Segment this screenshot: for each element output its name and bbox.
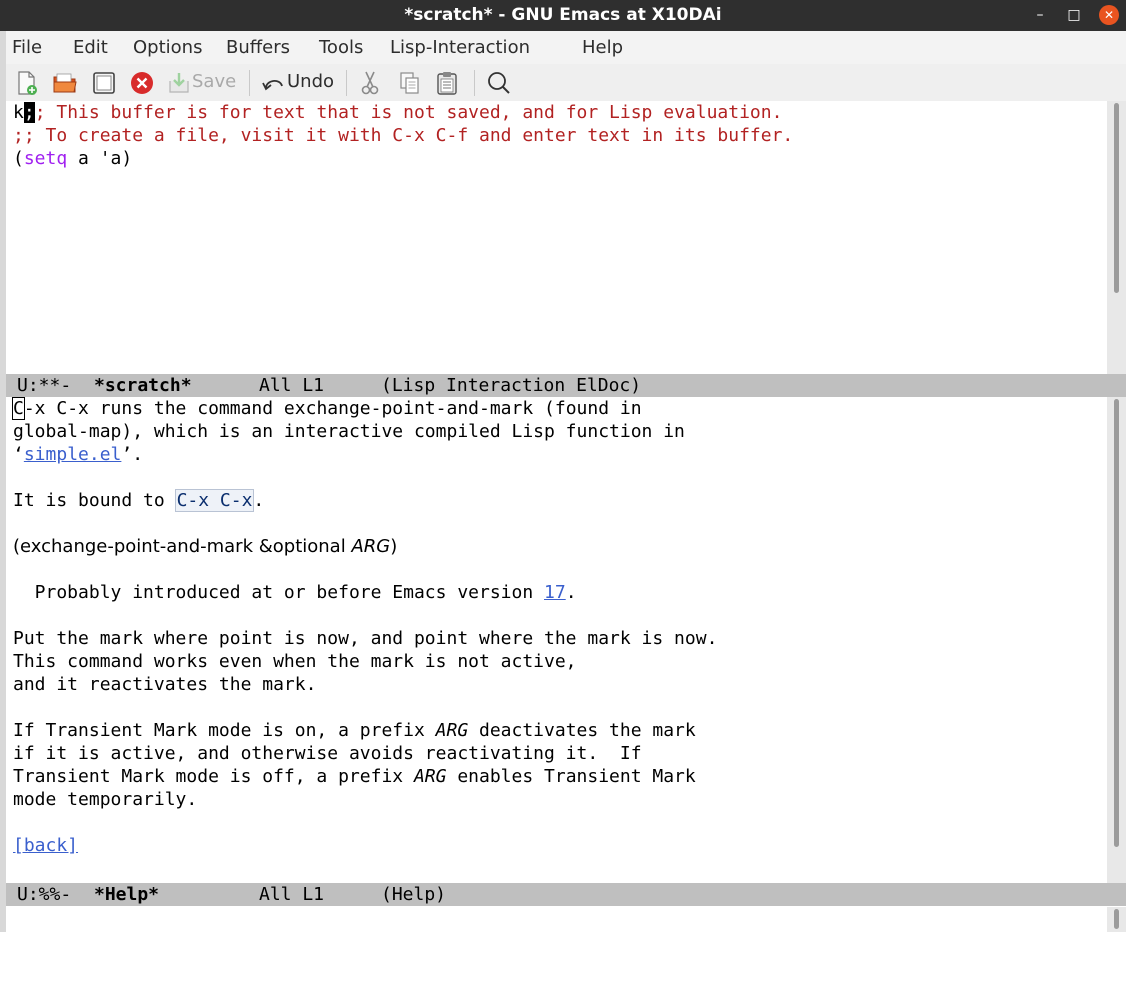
arg-text: ARG	[351, 536, 391, 557]
buffer-name[interactable]: *scratch*	[94, 374, 192, 397]
major-mode[interactable]: (Lisp Interaction ElDoc)	[381, 374, 641, 397]
period: .	[253, 490, 265, 511]
menu-file[interactable]: File	[12, 37, 42, 58]
scratch-line-3: (setq a 'a)	[6, 147, 1107, 170]
help-line: mode temporarily.	[13, 789, 198, 810]
back-link[interactable]: [back]	[13, 835, 78, 856]
keybinding-link[interactable]: C-x C-x	[174, 489, 255, 512]
open-folder-icon[interactable]	[52, 70, 78, 96]
help-text: Transient Mark mode is off, a prefix	[13, 766, 414, 787]
minibuffer-scrollbar[interactable]	[1107, 907, 1126, 932]
arg-text: ARG	[413, 766, 447, 787]
scratch-mode-line[interactable]: U:**- *scratch* All L1 (Lisp Interaction…	[6, 374, 1126, 397]
save-button-label[interactable]: Save	[192, 71, 236, 92]
simple-el-link[interactable]: simple.el	[24, 444, 122, 465]
help-cursor: C	[12, 397, 25, 420]
version-link[interactable]: 17	[544, 582, 566, 603]
tool-bar: Save Undo	[6, 64, 1126, 102]
window-title: *scratch* - GNU Emacs at X10DAi	[404, 5, 722, 25]
menu-lisp-interaction[interactable]: Lisp-Interaction	[390, 37, 530, 58]
help-mode-line[interactable]: U:%%- *Help* All L1 (Help)	[6, 883, 1126, 906]
search-icon[interactable]	[486, 70, 512, 96]
help-scroll-thumb[interactable]	[1114, 399, 1119, 847]
scratch-buffer-window[interactable]: k;; This buffer is for text that is not …	[6, 101, 1107, 375]
help-line: ‘simple.el’.	[6, 443, 1107, 466]
toolbar-separator	[346, 70, 347, 96]
help-line: if it is active, and otherwise avoids re…	[13, 743, 642, 764]
bound-to-text: It is bound to	[13, 490, 176, 511]
minibuffer-scroll-thumb[interactable]	[1114, 909, 1119, 929]
close-buffer-icon[interactable]	[129, 70, 155, 96]
quote-close: ’.	[121, 444, 144, 465]
text-cursor: ;	[23, 102, 35, 123]
major-mode[interactable]: (Help)	[381, 883, 446, 906]
toolbar-separator	[249, 70, 250, 96]
period: .	[565, 582, 577, 603]
title-bar: *scratch* - GNU Emacs at X10DAi – □ ✕	[0, 0, 1126, 31]
buffer-position: All L1	[259, 884, 325, 905]
setq-rest: a 'a)	[67, 148, 133, 169]
signature-close: )	[390, 536, 398, 557]
setq-keyword: setq	[23, 148, 68, 169]
help-text: deactivates the mark	[468, 720, 696, 741]
scratch-line-2: ;; To create a file, visit it with C-x C…	[13, 125, 794, 146]
scratch-line-1: k;; This buffer is for text that is not …	[6, 101, 1107, 124]
help-buffer-window[interactable]: C-x C-x runs the command exchange-point-…	[6, 397, 1107, 883]
save-icon[interactable]	[167, 70, 191, 96]
version-text: Probably introduced at or before Emacs v…	[13, 582, 545, 603]
quote-open: ‘	[13, 444, 24, 465]
paste-icon[interactable]	[435, 70, 459, 96]
menu-buffers[interactable]: Buffers	[226, 37, 290, 58]
signature-text: (exchange-point-and-mark &optional	[13, 536, 352, 557]
copy-icon[interactable]	[398, 70, 422, 96]
help-line: [back]	[6, 834, 1107, 857]
close-window-button[interactable]: ✕	[1099, 5, 1119, 25]
help-text: If Transient Mark mode is on, a prefix	[13, 720, 436, 741]
menu-bar: File Edit Options Buffers Tools Lisp-Int…	[6, 31, 1126, 64]
dired-icon[interactable]	[92, 70, 116, 96]
comment-text: ; This buffer is for text that is not sa…	[34, 102, 783, 123]
help-line: This command works even when the mark is…	[13, 651, 577, 672]
buffer-status: U:%%-	[17, 884, 72, 905]
buffer-name[interactable]: *Help*	[94, 883, 159, 906]
arg-text: ARG	[435, 720, 469, 741]
maximize-button[interactable]: □	[1064, 5, 1084, 25]
help-line: C-x C-x runs the command exchange-point-…	[6, 397, 1107, 420]
undo-button-label[interactable]: Undo	[287, 71, 334, 92]
help-line: It is bound to C-x C-x.	[6, 489, 1107, 512]
cut-icon[interactable]	[358, 70, 382, 96]
undo-icon[interactable]	[261, 70, 287, 96]
buffer-status: U:**-	[17, 375, 72, 396]
help-text: -x C-x runs the command exchange-point-a…	[23, 398, 642, 419]
typed-text: k	[13, 102, 24, 123]
menu-edit[interactable]: Edit	[73, 37, 108, 58]
help-line: and it reactivates the mark.	[13, 674, 317, 695]
menu-tools[interactable]: Tools	[319, 37, 363, 58]
signature-line: (exchange-point-and-mark &optional ARG)	[6, 535, 1107, 558]
minimize-button[interactable]: –	[1030, 5, 1050, 25]
help-line: global-map), which is an interactive com…	[13, 421, 685, 442]
help-line: Put the mark where point is now, and poi…	[13, 628, 718, 649]
help-line: If Transient Mark mode is on, a prefix A…	[6, 719, 1107, 742]
menu-help[interactable]: Help	[582, 37, 623, 58]
buffer-position: All L1	[259, 375, 325, 396]
help-line: Probably introduced at or before Emacs v…	[6, 581, 1107, 604]
paren-open: (	[13, 148, 24, 169]
menu-options[interactable]: Options	[133, 37, 202, 58]
minibuffer[interactable]	[6, 907, 1126, 932]
help-line: Transient Mark mode is off, a prefix ARG…	[6, 765, 1107, 788]
scratch-scrollbar[interactable]	[1107, 101, 1126, 375]
help-text: enables Transient Mark	[446, 766, 696, 787]
new-file-icon[interactable]	[16, 70, 38, 96]
toolbar-separator	[474, 70, 475, 96]
help-scrollbar[interactable]	[1107, 397, 1126, 883]
scratch-scroll-thumb[interactable]	[1114, 103, 1119, 293]
